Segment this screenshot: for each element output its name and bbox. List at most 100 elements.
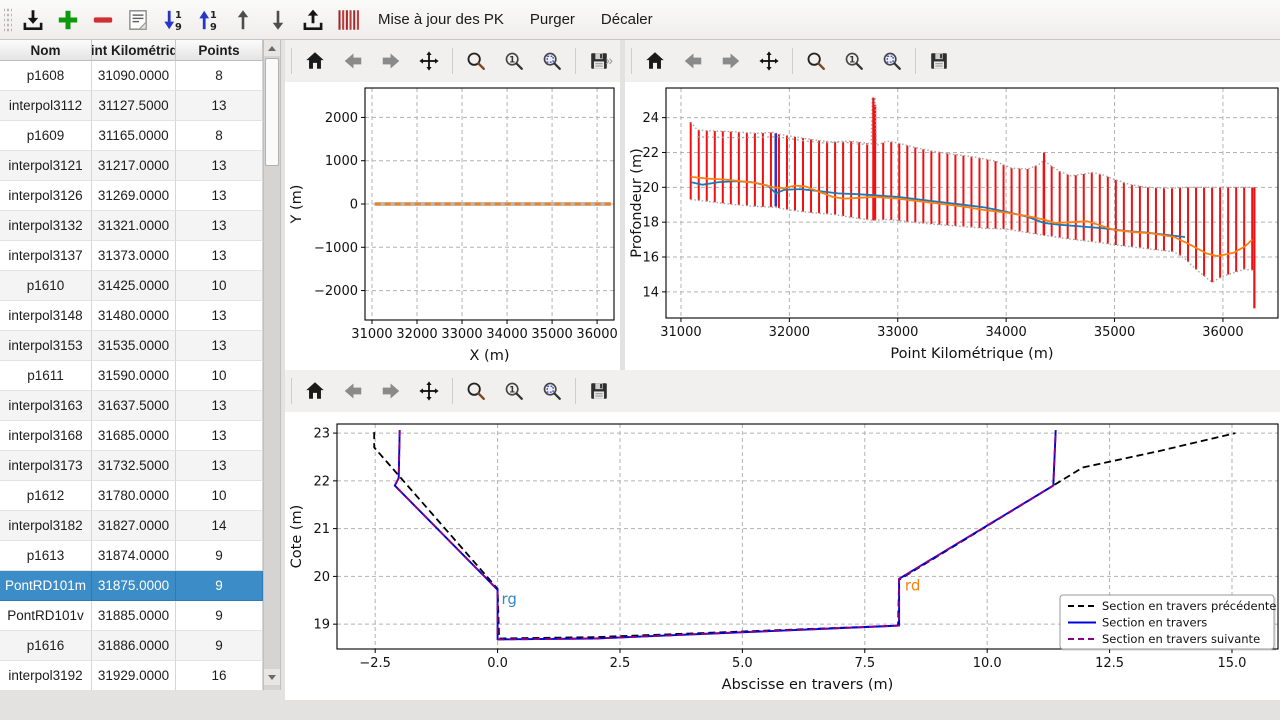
- table-row[interactable]: p160831090.00008: [0, 61, 263, 91]
- sections-button[interactable]: [331, 4, 364, 36]
- table-row[interactable]: interpol316331637.500013: [0, 391, 263, 421]
- zoom-region-button[interactable]: [535, 375, 569, 407]
- pan-button[interactable]: [412, 45, 446, 77]
- table-row[interactable]: PontRD101v31885.00009: [0, 601, 263, 631]
- table-row[interactable]: p160931165.00008: [0, 121, 263, 151]
- zoom-one-icon: [843, 50, 865, 72]
- sort-ascending-button[interactable]: [191, 4, 224, 36]
- table-row[interactable]: interpol316831685.000013: [0, 421, 263, 451]
- zoom-region-button[interactable]: [875, 45, 909, 77]
- toolbar-overflow-chevron[interactable]: »: [605, 52, 612, 68]
- import-button[interactable]: [16, 4, 49, 36]
- svg-text:−1000: −1000: [314, 241, 358, 256]
- savefig-button[interactable]: [922, 45, 956, 77]
- column-header-nom[interactable]: Nom: [0, 40, 92, 61]
- notes-button[interactable]: [121, 4, 154, 36]
- table-row[interactable]: interpol313231321.000013: [0, 211, 263, 241]
- toolbar-separator: [575, 48, 576, 74]
- plan-view-canvas[interactable]: 310003200033000340003500036000−2000−1000…: [285, 82, 620, 370]
- svg-text:31000: 31000: [351, 327, 392, 342]
- pan-button[interactable]: [412, 375, 446, 407]
- zoom-region-icon: [541, 50, 563, 72]
- cross-section-canvas[interactable]: rgrd−2.50.02.55.07.510.012.515.019202122…: [285, 412, 1280, 700]
- svg-text:36000: 36000: [1202, 325, 1243, 340]
- zoom-one-button[interactable]: [497, 45, 531, 77]
- scroll-up-button[interactable]: [264, 40, 280, 56]
- scroll-down-button[interactable]: [264, 669, 280, 685]
- svg-text:34000: 34000: [985, 325, 1026, 340]
- zoom-region-button[interactable]: [535, 45, 569, 77]
- zoom-button[interactable]: [799, 45, 833, 77]
- update-pk-button[interactable]: Mise à jour des PK: [366, 4, 516, 36]
- table-row[interactable]: p161131590.000010: [0, 361, 263, 391]
- table-row[interactable]: PontRD101m31875.00009: [0, 571, 263, 601]
- cell-nom: interpol3148: [0, 301, 92, 331]
- cell-pk: 31217.0000: [92, 151, 176, 181]
- cell-pk: 31269.0000: [92, 181, 176, 211]
- back-button[interactable]: [336, 375, 370, 407]
- move-down-button[interactable]: [261, 4, 294, 36]
- toolbar-grip[interactable]: [4, 7, 12, 33]
- table-row[interactable]: interpol312631269.000013: [0, 181, 263, 211]
- table-row[interactable]: p161031425.000010: [0, 271, 263, 301]
- zoom-button[interactable]: [459, 45, 493, 77]
- forward-button[interactable]: [374, 45, 408, 77]
- column-header-points[interactable]: Points: [176, 40, 263, 61]
- cell-points: 9: [176, 541, 263, 571]
- cell-nom: PontRD101m: [0, 571, 92, 601]
- toolbar-separator: [792, 48, 793, 74]
- home-button[interactable]: [298, 45, 332, 77]
- toolbar-separator: [452, 378, 453, 404]
- sort-descending-button[interactable]: [156, 4, 189, 36]
- home-button[interactable]: [638, 45, 672, 77]
- add-button[interactable]: [51, 4, 84, 36]
- zoom-button[interactable]: [459, 375, 493, 407]
- table-row[interactable]: interpol312131217.000013: [0, 151, 263, 181]
- table-row[interactable]: interpol319231929.000016: [0, 661, 263, 691]
- move-up-button[interactable]: [226, 4, 259, 36]
- table-scrollbar[interactable]: [264, 40, 281, 690]
- svg-text:35000: 35000: [1094, 325, 1135, 340]
- table-row[interactable]: interpol317331732.500013: [0, 451, 263, 481]
- shift-button[interactable]: Décaler: [589, 4, 665, 36]
- zoom-one-button[interactable]: [837, 45, 871, 77]
- pan-button[interactable]: [752, 45, 786, 77]
- scrollbar-thumb[interactable]: [265, 58, 279, 166]
- table-row[interactable]: interpol311231127.500013: [0, 91, 263, 121]
- table-row[interactable]: interpol314831480.000013: [0, 301, 263, 331]
- table-row[interactable]: p161631886.00009: [0, 631, 263, 661]
- plot-toolbar: »: [285, 40, 620, 82]
- cell-pk: 31875.0000: [92, 571, 176, 601]
- export-button[interactable]: [296, 4, 329, 36]
- table-row[interactable]: interpol315331535.000013: [0, 331, 263, 361]
- cell-nom: interpol3182: [0, 511, 92, 541]
- sections-icon: [335, 7, 361, 33]
- triangle-down-icon: [268, 675, 276, 680]
- column-header-point-kilometrique[interactable]: Point Kilométrique: [92, 40, 176, 61]
- home-button[interactable]: [298, 375, 332, 407]
- back-button[interactable]: [676, 45, 710, 77]
- cell-points: 13: [176, 331, 263, 361]
- longitudinal-profile-canvas[interactable]: 3100032000330003400035000360001416182022…: [625, 82, 1280, 370]
- table-row[interactable]: p161231780.000010: [0, 481, 263, 511]
- svg-text:15.0: 15.0: [1218, 656, 1247, 671]
- forward-button[interactable]: [714, 45, 748, 77]
- table-row[interactable]: interpol313731373.000013: [0, 241, 263, 271]
- cell-points: 13: [176, 391, 263, 421]
- back-button[interactable]: [336, 45, 370, 77]
- svg-text:Section en travers suivante: Section en travers suivante: [1102, 632, 1260, 646]
- purge-button[interactable]: Purger: [518, 4, 587, 36]
- home-icon: [304, 380, 326, 402]
- svg-text:Cote (m): Cote (m): [289, 505, 305, 569]
- forward-icon: [380, 50, 402, 72]
- forward-button[interactable]: [374, 375, 408, 407]
- remove-button[interactable]: [86, 4, 119, 36]
- zoom-one-button[interactable]: [497, 375, 531, 407]
- cell-points: 13: [176, 211, 263, 241]
- zoom-icon: [465, 380, 487, 402]
- savefig-button[interactable]: [582, 375, 616, 407]
- table-row[interactable]: interpol318231827.000014: [0, 511, 263, 541]
- plan-view-panel: » 310003200033000340003500036000−2000−10…: [285, 40, 620, 370]
- cell-pk: 31127.5000: [92, 91, 176, 121]
- table-row[interactable]: p161331874.00009: [0, 541, 263, 571]
